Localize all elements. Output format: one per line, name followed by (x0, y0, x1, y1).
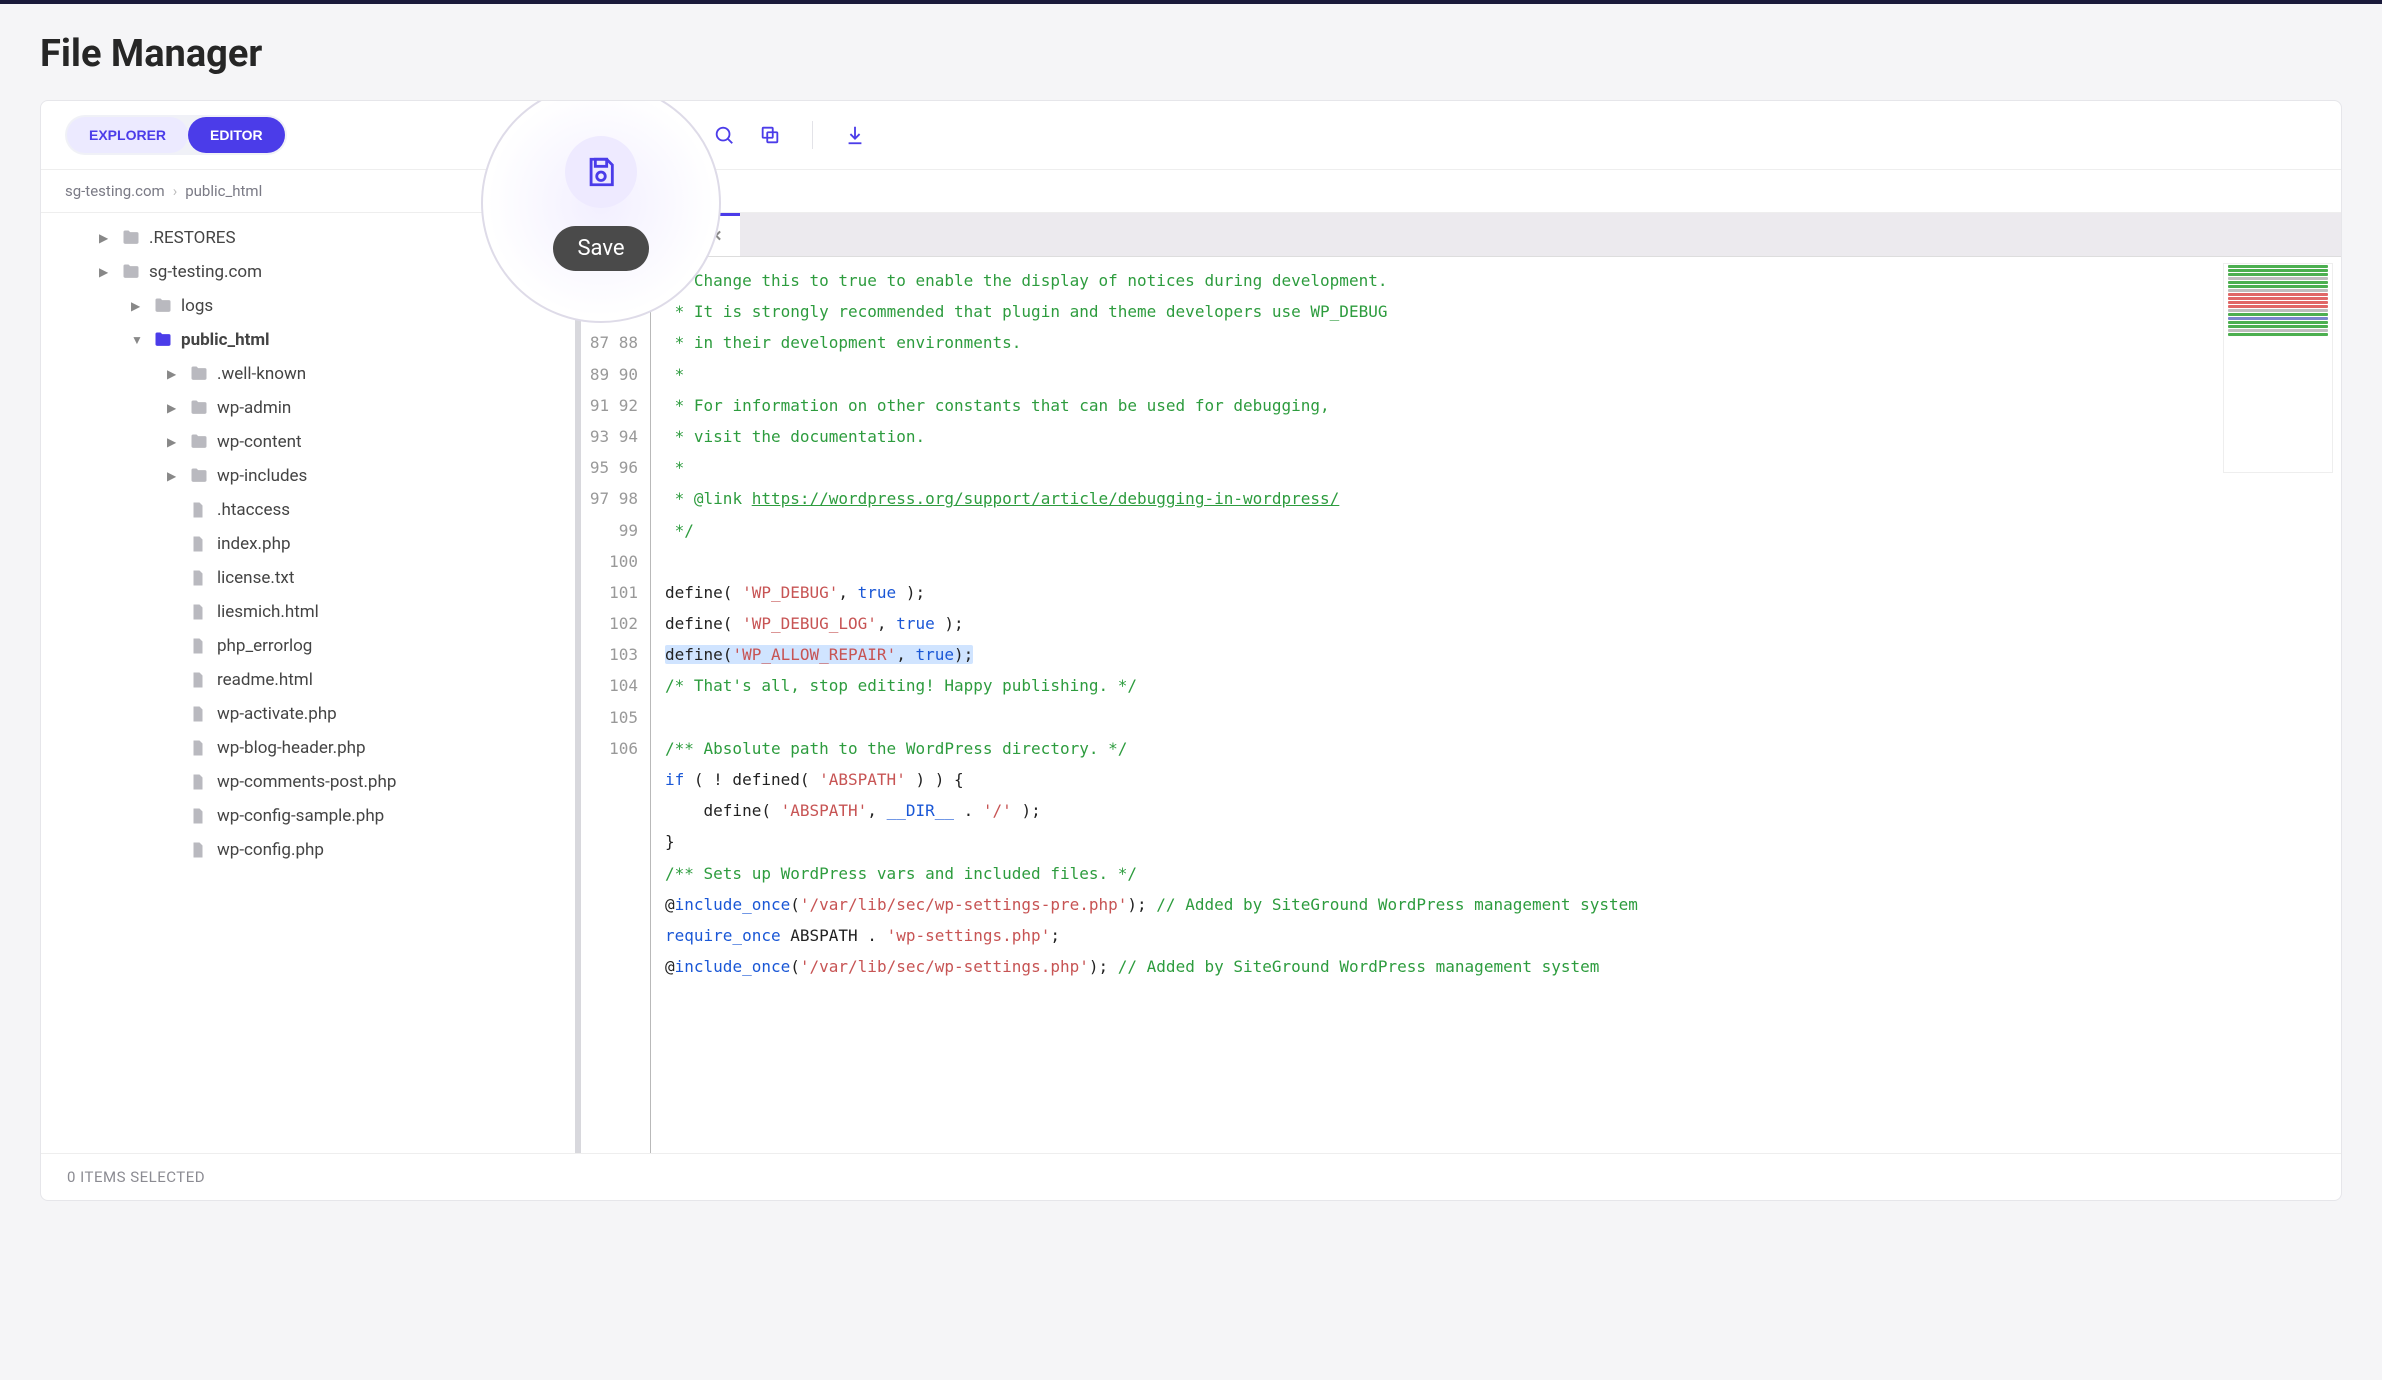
close-icon[interactable]: ✕ (710, 227, 723, 245)
file-icon (189, 705, 209, 723)
chevron-down-icon: ▼ (131, 333, 145, 347)
chevron-right-icon: ▶ (99, 231, 113, 245)
tree-folder[interactable]: ▼ public_html (41, 323, 575, 357)
tree-file[interactable]: php_errorlog (41, 629, 575, 663)
page-title: File Manager (0, 4, 2382, 100)
file-tab-label: wp-config.php (599, 227, 696, 245)
toolbar: EXPLORER EDITOR (41, 101, 2341, 170)
tree-label: wp-config-sample.php (217, 806, 384, 826)
breadcrumb-item[interactable]: sg-testing.com (65, 182, 165, 200)
tree-folder[interactable]: ▶ sg-testing.com (41, 255, 575, 289)
tree-label: liesmich.html (217, 602, 319, 622)
chevron-right-icon: ▶ (167, 367, 181, 381)
tree-label: wp-content (217, 432, 302, 452)
file-icon (189, 773, 209, 791)
tree-file[interactable]: wp-activate.php (41, 697, 575, 731)
chevron-right-icon: ▶ (167, 469, 181, 483)
code-content[interactable]: * Change this to true to enable the disp… (651, 257, 2341, 1153)
tree-label: .well-known (217, 364, 306, 384)
editor-pane: wp-config.php ✕ 83 84 85 86 87 88 89 90 … (581, 213, 2341, 1153)
floppy-disk-icon (584, 155, 618, 189)
file-icon (189, 501, 209, 519)
folder-icon (189, 364, 209, 384)
file-icon (189, 807, 209, 825)
folder-icon (121, 228, 141, 248)
tree-folder[interactable]: ▶ logs (41, 289, 575, 323)
file-icon (189, 603, 209, 621)
chevron-right-icon: › (173, 182, 178, 200)
tree-label: .RESTORES (149, 228, 236, 248)
chevron-right-icon: ▶ (99, 265, 113, 279)
tree-label: public_html (181, 330, 270, 350)
breadcrumb-item[interactable]: public_html (185, 182, 262, 200)
tree-folder[interactable]: ▶ .RESTORES (41, 221, 575, 255)
folder-icon (189, 432, 209, 452)
folder-icon (121, 262, 141, 282)
tree-file[interactable]: liesmich.html (41, 595, 575, 629)
tree-folder[interactable]: ▶ wp-content (41, 425, 575, 459)
copy-icon[interactable] (752, 117, 788, 153)
tree-label: wp-activate.php (217, 704, 337, 724)
tree-file[interactable]: readme.html (41, 663, 575, 697)
tree-label: sg-testing.com (149, 262, 262, 282)
tree-file[interactable]: wp-config-sample.php (41, 799, 575, 833)
save-button[interactable] (565, 136, 637, 208)
file-icon (189, 535, 209, 553)
code-editor[interactable]: 83 84 85 86 87 88 89 90 91 92 93 94 95 9… (581, 257, 2341, 1153)
explorer-tab[interactable]: EXPLORER (67, 117, 188, 153)
download-icon[interactable] (837, 117, 873, 153)
tree-label: wp-config.php (217, 840, 324, 860)
editor-file-tab[interactable]: wp-config.php ✕ (581, 213, 740, 256)
tree-folder[interactable]: ▶ wp-includes (41, 459, 575, 493)
folder-icon (189, 466, 209, 486)
tree-label: logs (181, 296, 213, 316)
tree-label: index.php (217, 534, 291, 554)
view-switch: EXPLORER EDITOR (65, 115, 287, 155)
folder-icon (153, 330, 173, 350)
editor-tabs: wp-config.php ✕ (581, 213, 2341, 257)
line-numbers: 83 84 85 86 87 88 89 90 91 92 93 94 95 9… (581, 257, 651, 1153)
tree-label: .htaccess (217, 500, 290, 520)
tree-label: wp-comments-post.php (217, 772, 396, 792)
tree-file[interactable]: license.txt (41, 561, 575, 595)
folder-icon (189, 398, 209, 418)
tree-label: wp-admin (217, 398, 291, 418)
folder-icon (153, 296, 173, 316)
file-icon (189, 739, 209, 757)
file-tree[interactable]: ▶ .RESTORES ▶ sg-testing.com ▶ logs ▼ public_ht… (41, 213, 581, 1153)
editor-tab[interactable]: EDITOR (188, 117, 285, 153)
tree-file[interactable]: wp-blog-header.php (41, 731, 575, 765)
tree-label: readme.html (217, 670, 313, 690)
tree-file[interactable]: index.php (41, 527, 575, 561)
file-icon (189, 841, 209, 859)
search-icon[interactable] (706, 117, 742, 153)
chevron-right-icon: ▶ (167, 401, 181, 415)
tree-label: wp-includes (217, 466, 307, 486)
status-bar: 0 ITEMS SELECTED (41, 1153, 2341, 1200)
tree-label: wp-blog-header.php (217, 738, 366, 758)
file-icon (189, 671, 209, 689)
tree-label: php_errorlog (217, 636, 312, 656)
file-icon (189, 637, 209, 655)
tree-file[interactable]: .htaccess (41, 493, 575, 527)
chevron-right-icon: ▶ (167, 435, 181, 449)
tree-label: license.txt (217, 568, 294, 588)
tree-file[interactable]: wp-config.php (41, 833, 575, 867)
file-manager-frame: EXPLORER EDITOR Save sg-testing.com › pu… (40, 100, 2342, 1201)
tree-file[interactable]: wp-comments-post.php (41, 765, 575, 799)
chevron-right-icon: ▶ (131, 299, 145, 313)
tree-folder[interactable]: ▶ .well-known (41, 357, 575, 391)
tree-folder[interactable]: ▶ wp-admin (41, 391, 575, 425)
file-icon (189, 569, 209, 587)
minimap[interactable] (2223, 263, 2333, 473)
breadcrumb: sg-testing.com › public_html (41, 170, 2341, 213)
